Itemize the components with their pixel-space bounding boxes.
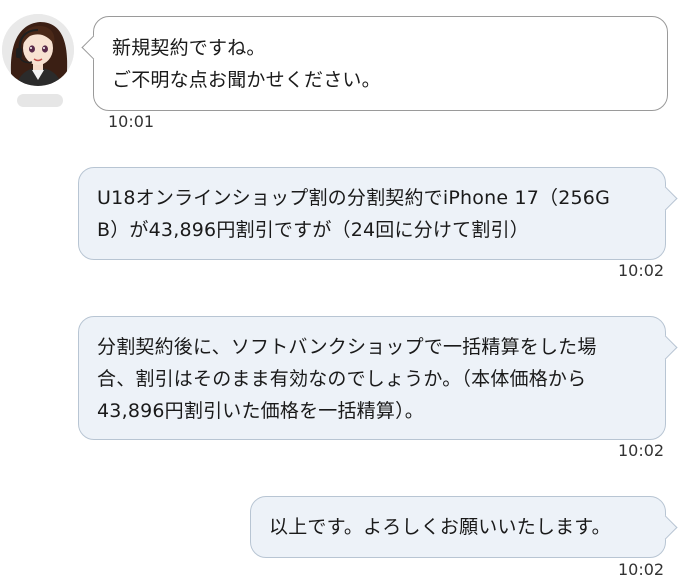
- message-timestamp: 10:02: [618, 560, 665, 579]
- message-text-line: 新規契約ですね。: [112, 37, 266, 59]
- message-text-line: U18オンラインショップ割の分割契約でiPhone 17（256G: [97, 187, 611, 209]
- bubble-tail: [653, 515, 678, 540]
- outgoing-message-bubble: 分割契約後に、ソフトバンクショップで一括精算をした場 合、割引はそのまま有効なの…: [78, 316, 678, 440]
- message-timestamp: 10:01: [108, 112, 155, 131]
- incoming-message-bubble: 新規契約ですね。 ご不明な点お聞かせください。: [81, 16, 668, 111]
- agent-name-placeholder: [17, 94, 63, 107]
- message-text-line: 合、割引はそのまま有効なのでしょうか。（本体価格から: [97, 368, 587, 390]
- message-text-line: ご不明な点お聞かせください。: [112, 69, 381, 91]
- agent-avatar: [2, 14, 74, 86]
- message-text-line: B）が43,896円割引ですが（24回に分けて割引）: [97, 219, 529, 241]
- bubble-tail: [81, 35, 106, 60]
- message-text-line: 分割契約後に、ソフトバンクショップで一括精算をした場: [97, 336, 597, 358]
- message-timestamp: 10:02: [618, 261, 665, 280]
- bubble-tail: [653, 335, 678, 360]
- outgoing-message-bubble: 以上です。よろしくお願いいたします。: [250, 496, 678, 558]
- bubble-tail: [653, 186, 678, 211]
- chat-window: 新規契約ですね。 ご不明な点お聞かせください。 10:01 U18オンラインショ…: [0, 0, 691, 588]
- outgoing-message-bubble: U18オンラインショップ割の分割契約でiPhone 17（256G B）が43,…: [78, 167, 678, 260]
- message-timestamp: 10:02: [618, 441, 665, 460]
- message-text-line: 以上です。よろしくお願いいたします。: [269, 516, 611, 538]
- avatar-illustration: [2, 14, 74, 86]
- message-text-line: 43,896円割引いた価格を一括精算）。: [97, 400, 424, 422]
